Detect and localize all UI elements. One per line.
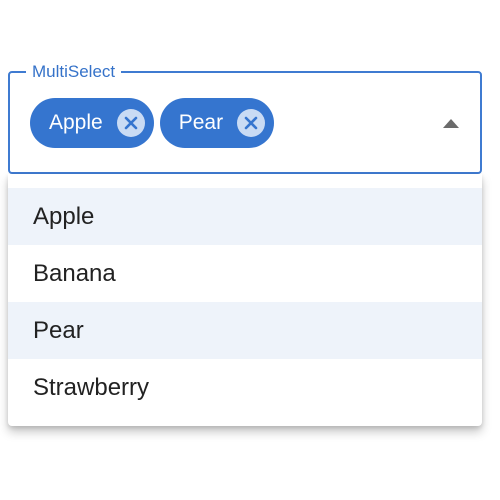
dropdown-menu: Apple Banana Pear Strawberry (8, 174, 482, 426)
chip-apple[interactable]: Apple (30, 98, 154, 148)
selected-chips: Apple Pear (30, 98, 275, 148)
close-circle-icon[interactable] (116, 109, 145, 137)
field-label: MultiSelect (26, 62, 122, 82)
chip-label: Pear (178, 111, 224, 134)
multiselect-field[interactable]: MultiSelect Apple Pear (8, 62, 482, 174)
option-apple[interactable]: Apple (8, 188, 482, 245)
chip-pear[interactable]: Pear (159, 98, 275, 148)
option-pear[interactable]: Pear (8, 302, 482, 359)
close-circle-icon[interactable] (237, 109, 266, 137)
option-strawberry[interactable]: Strawberry (8, 359, 482, 416)
chip-label: Apple (49, 111, 103, 134)
caret-up-icon[interactable] (442, 117, 460, 129)
option-banana[interactable]: Banana (8, 245, 482, 302)
